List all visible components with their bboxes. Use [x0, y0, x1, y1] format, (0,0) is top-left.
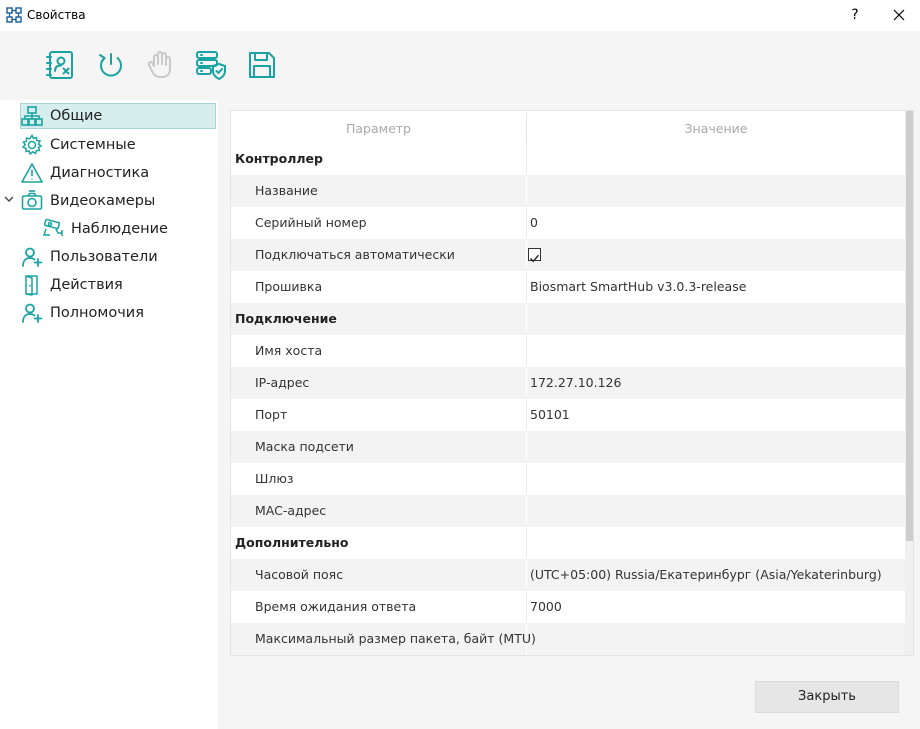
person-card-remove-icon — [46, 51, 73, 79]
table-row[interactable]: Название — [231, 175, 905, 207]
value-cell[interactable]: 172.27.10.126 — [530, 367, 621, 399]
close-icon — [893, 9, 905, 21]
param-label: Часовой пояс — [255, 567, 344, 582]
column-header-param[interactable]: Параметр — [231, 111, 526, 143]
server-shield-icon — [196, 51, 226, 80]
user-add-icon — [22, 247, 43, 267]
content-panel: Параметр Значение Контроллер Название Сери… — [218, 100, 920, 729]
title-bar: Свойства ? — [0, 0, 920, 31]
app-network-icon — [6, 7, 22, 23]
param-label: Имя хоста — [255, 343, 323, 358]
table-row[interactable]: Максимальный размер пакета, байт (MTU) — [231, 623, 905, 655]
power-refresh-icon — [99, 53, 122, 77]
table-row[interactable]: Часовой пояс (UTC+05:00) Russia/Екатеринб… — [231, 559, 905, 591]
sidebar-item-label: Системные — [50, 137, 136, 153]
help-button[interactable]: ? — [842, 4, 868, 26]
table-group-row: Подключение — [231, 303, 905, 335]
sidebar-item-label: Действия — [50, 277, 123, 293]
restart-button[interactable] — [95, 49, 127, 81]
sidebar-tree: Общие Системные Диагностика Видеокамеры — [0, 100, 218, 729]
group-label: Дополнительно — [235, 535, 349, 550]
sidebar-item-users[interactable]: Пользователи — [21, 244, 211, 270]
sidebar-item-system[interactable]: Системные — [21, 132, 211, 158]
sidebar-item-label: Общие — [50, 108, 103, 124]
remove-user-card-button[interactable] — [44, 49, 76, 81]
warning-triangle-icon — [21, 163, 43, 183]
save-floppy-icon — [249, 52, 275, 78]
value-cell[interactable]: 7000 — [530, 591, 562, 623]
window-title: Свойства — [27, 8, 86, 22]
hand-stop-icon — [147, 51, 171, 78]
door-icon — [25, 275, 38, 296]
param-label: Шлюз — [255, 471, 294, 486]
user-add-icon — [22, 303, 43, 323]
table-row[interactable]: Прошивка Biosmart SmartHub v3.0.3-release — [231, 271, 905, 303]
table-row[interactable]: Шлюз — [231, 463, 905, 495]
table-row[interactable]: Серийный номер 0 — [231, 207, 905, 239]
value-cell[interactable]: (UTC+05:00) Russia/Екатеринбург (Asia/Ye… — [530, 559, 882, 591]
sidebar-item-actions[interactable]: Действия — [21, 272, 211, 298]
gear-icon — [21, 134, 43, 156]
table-row[interactable]: Порт 50101 — [231, 399, 905, 431]
window-close-button[interactable] — [884, 4, 914, 26]
sidebar-item-diagnostics[interactable]: Диагностика — [21, 160, 211, 186]
sidebar-item-label: Наблюдение — [71, 221, 168, 237]
sidebar-item-permissions[interactable]: Полномочия — [21, 300, 211, 326]
value-cell[interactable]: Biosmart SmartHub v3.0.3-release — [530, 271, 746, 303]
table-row[interactable]: Имя хоста — [231, 335, 905, 367]
sidebar-item-general[interactable]: Общие — [20, 103, 216, 129]
param-label: Подключаться автоматически — [255, 247, 455, 262]
scrollbar-thumb[interactable] — [906, 111, 913, 541]
auto-connect-checkbox[interactable] — [528, 248, 541, 263]
table-row[interactable]: Подключаться автоматически — [231, 239, 905, 271]
security-settings-button[interactable] — [195, 49, 227, 81]
param-label: Серийный номер — [255, 215, 367, 230]
param-label: Максимальный размер пакета, байт (MTU) — [255, 631, 536, 646]
sidebar-item-label: Полномочия — [50, 305, 144, 321]
group-label: Подключение — [235, 311, 337, 326]
table-row[interactable]: MAC-адрес — [231, 495, 905, 527]
param-label: Название — [255, 183, 318, 198]
table-header: Параметр Значение — [231, 111, 905, 143]
properties-table: Параметр Значение Контроллер Название Сери… — [230, 110, 914, 656]
param-label: Время ожидания ответа — [255, 599, 417, 614]
toolbar — [0, 31, 920, 100]
table-group-row: Дополнительно — [231, 527, 905, 559]
sidebar-item-label: Диагностика — [50, 165, 150, 181]
param-label: Порт — [255, 407, 288, 422]
close-button[interactable]: Закрыть — [755, 681, 899, 713]
param-label: Маска подсети — [255, 439, 354, 454]
surveillance-camera-icon — [42, 218, 63, 236]
sidebar-item-cameras[interactable]: Видеокамеры — [21, 188, 211, 214]
chevron-down-icon[interactable] — [3, 193, 15, 205]
table-row[interactable]: Маска подсети — [231, 431, 905, 463]
column-header-value[interactable]: Значение — [527, 111, 905, 143]
sidebar-item-label: Видеокамеры — [50, 193, 156, 209]
param-label: MAC-адрес — [255, 503, 327, 518]
value-cell[interactable]: 50101 — [530, 399, 570, 431]
checkmark-icon — [530, 254, 540, 263]
camera-icon — [21, 190, 43, 210]
save-button[interactable] — [246, 49, 278, 81]
table-row[interactable]: Время ожидания ответа 7000 — [231, 591, 905, 623]
stop-button — [145, 49, 177, 81]
table-group-row: Контроллер — [231, 143, 905, 175]
value-cell[interactable]: 0 — [530, 207, 538, 239]
group-label: Контроллер — [235, 151, 323, 166]
param-label: Прошивка — [255, 279, 323, 294]
vertical-scrollbar[interactable] — [905, 111, 913, 655]
sidebar-item-label: Пользователи — [50, 249, 158, 265]
network-tree-icon — [21, 106, 43, 126]
table-row[interactable]: IP-адрес 172.27.10.126 — [231, 367, 905, 399]
param-label: IP-адрес — [255, 375, 310, 390]
sidebar-item-surveillance[interactable]: Наблюдение — [42, 216, 212, 242]
